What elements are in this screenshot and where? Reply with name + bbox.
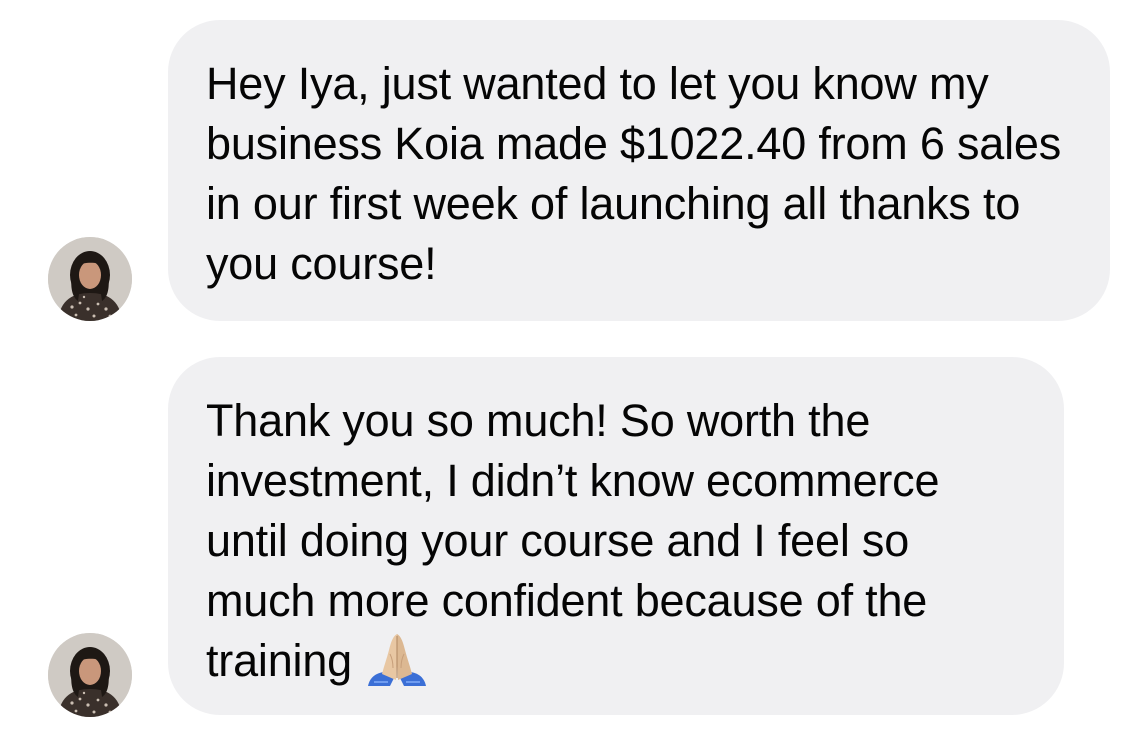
message-bubble[interactable]: Thank you so much! So worth the investme… [168,357,1064,715]
message-text: Thank you so much! So worth the investme… [206,391,1026,691]
avatar-photo [48,237,132,321]
message-text-content: Thank you so much! So worth the investme… [206,395,940,686]
sender-avatar[interactable] [48,633,132,717]
avatar-photo [48,633,132,717]
message-text: Hey Iya, just wanted to let you know my … [206,58,1062,289]
message-bubble[interactable]: Hey Iya, just wanted to let you know my … [168,20,1110,321]
sender-avatar[interactable] [48,237,132,321]
folded-hands-icon [366,632,428,688]
